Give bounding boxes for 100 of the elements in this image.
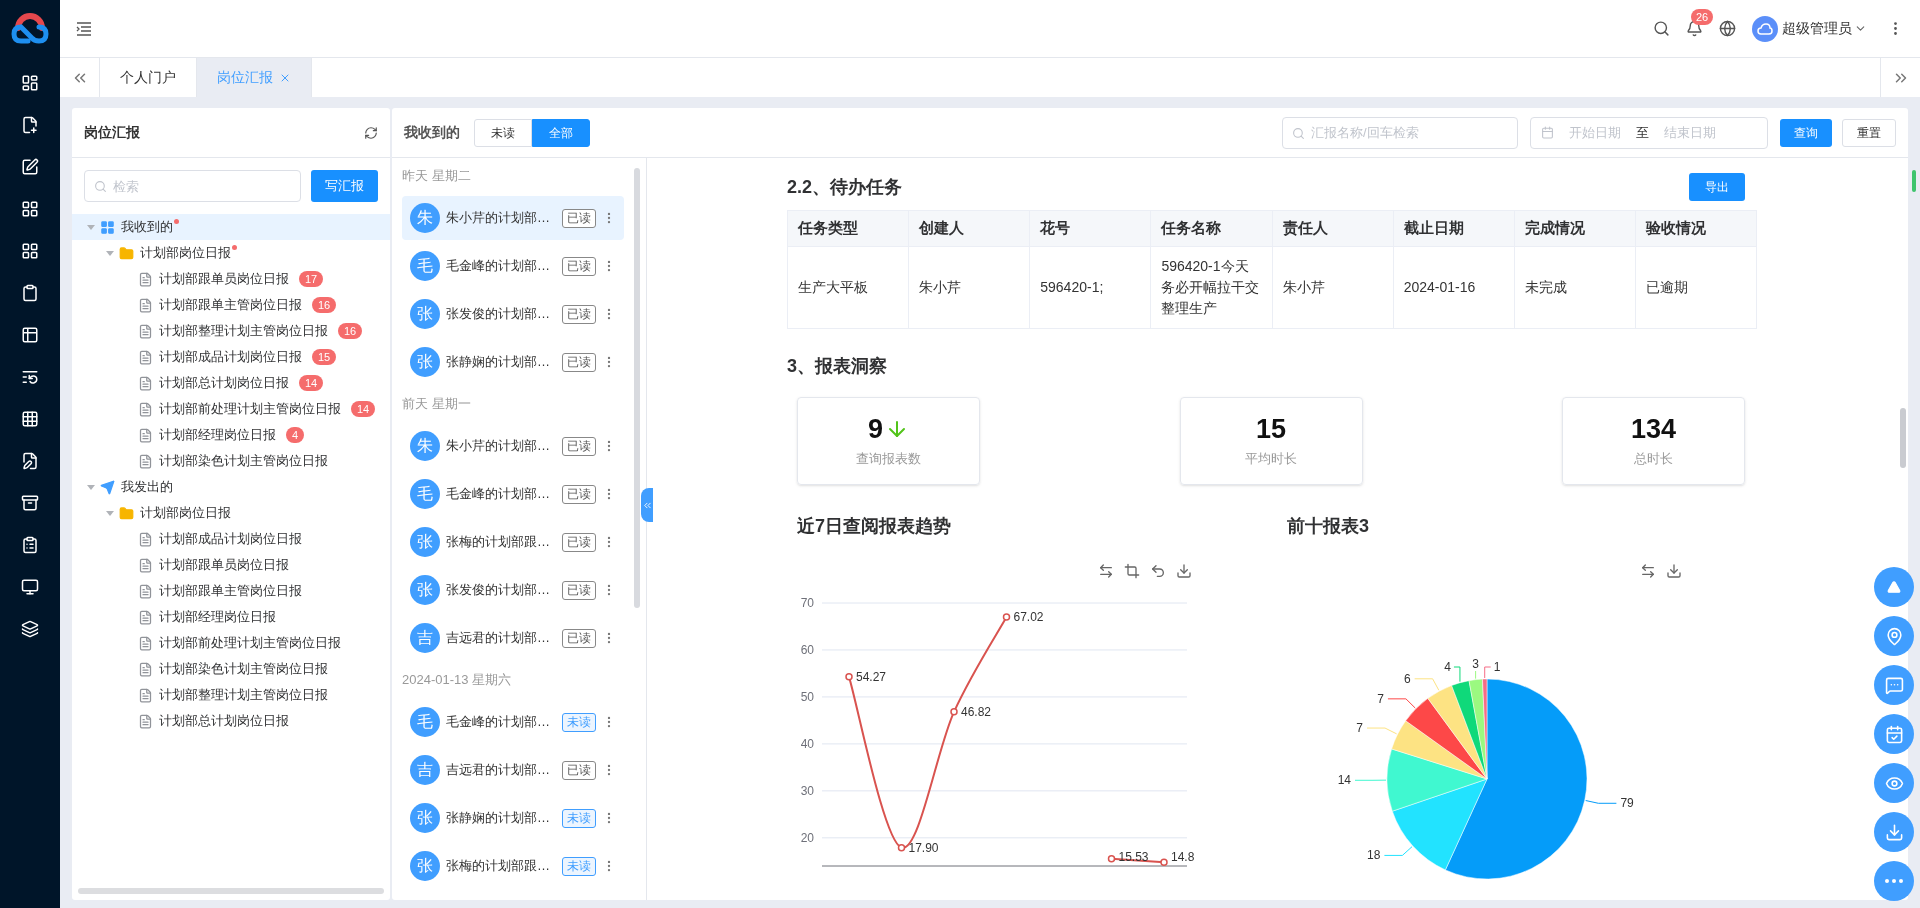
message-item[interactable]: 吉 吉远君的计划部… 已读	[402, 616, 624, 660]
undo-icon[interactable]	[1150, 563, 1166, 579]
axis-tick-label: 60	[800, 642, 814, 657]
table-cell: 596420-1今天务必开幅拉干交整理生产	[1150, 246, 1272, 329]
bell-icon[interactable]	[1686, 20, 1703, 37]
tree-item[interactable]: 计划部前处理计划主管岗位日报 14	[72, 396, 390, 422]
clipboard-icon[interactable]	[21, 284, 39, 302]
avatar: 毛	[410, 479, 440, 509]
message-item[interactable]: 朱 朱小芹的计划部… 已读	[402, 196, 624, 240]
tree-item[interactable]: 我收到的	[72, 214, 390, 240]
swap-icon[interactable]	[1640, 563, 1656, 579]
tree-item[interactable]: 计划部染色计划主管岗位日报	[72, 656, 390, 682]
file-plus-icon[interactable]	[21, 116, 39, 134]
table-icon[interactable]	[21, 326, 39, 344]
tree-item[interactable]: 计划部岗位日报	[72, 240, 390, 266]
scrollbar[interactable]	[634, 168, 640, 608]
message-item[interactable]: 毛 毛金峰的计划部… 已读	[402, 244, 624, 288]
collapse-handle[interactable]	[641, 488, 653, 522]
tree-item[interactable]: 计划部染色计划主管岗位日报	[72, 448, 390, 474]
avatar-icon	[1752, 15, 1778, 42]
tree-item[interactable]: 计划部总计划岗位日报	[72, 708, 390, 734]
tree-item[interactable]: 计划部跟单主管岗位日报 16	[72, 292, 390, 318]
tree-item[interactable]: 计划部总计划岗位日报 14	[72, 370, 390, 396]
tree-item[interactable]: 计划部前处理计划主管岗位日报	[72, 630, 390, 656]
message-item[interactable]: 张 张梅的计划部跟… 已读	[402, 520, 624, 564]
message-item[interactable]: 张 张发俊的计划部… 已读	[402, 292, 624, 336]
avatar: 张	[410, 803, 440, 833]
tree-item[interactable]: 计划部经理岗位日报	[72, 604, 390, 630]
refresh-icon[interactable]	[364, 125, 378, 140]
swap-icon[interactable]	[1098, 563, 1114, 579]
download-icon[interactable]	[1176, 563, 1192, 579]
download-icon[interactable]	[1666, 563, 1682, 579]
message-item[interactable]: 毛 毛金峰的计划部… 已读	[402, 472, 624, 516]
read-status-tag: 已读	[562, 304, 596, 324]
read-status-tag: 未读	[562, 856, 596, 876]
tree-item[interactable]: 计划部跟单主管岗位日报	[72, 578, 390, 604]
leader-line	[1453, 666, 1461, 683]
monitor-icon[interactable]	[21, 578, 39, 596]
data-label: 7	[1377, 691, 1384, 706]
layers-icon[interactable]	[21, 620, 39, 638]
axis-tick-label: 50	[800, 689, 814, 704]
map-pin-icon	[1884, 626, 1904, 646]
table-cell: 生产大平板	[787, 246, 909, 329]
end-date-input[interactable]: 结束日期	[1655, 122, 1725, 143]
grid-icon[interactable]	[21, 200, 39, 218]
start-date-input[interactable]: 开始日期	[1560, 122, 1630, 143]
message-item[interactable]: 张 张静娴的计划部… 未读	[402, 796, 624, 840]
tree-item[interactable]: 计划部跟单员岗位日报	[72, 552, 390, 578]
data-label: 14.8	[1171, 850, 1195, 864]
scrollbar[interactable]	[1900, 408, 1906, 468]
message-item[interactable]: 张 张梅的计划部跟… 未读	[402, 844, 624, 888]
message-item[interactable]: 朱 朱小芹的计划部… 已读	[402, 424, 624, 468]
stat-value: 15	[1255, 413, 1286, 446]
message-item[interactable]: 张 张发俊的计划部… 已读	[402, 568, 624, 612]
edit-icon[interactable]	[21, 452, 39, 470]
archive-icon[interactable]	[21, 494, 39, 512]
axis-tick-label: 70	[800, 596, 814, 610]
tree-label: 计划部跟单员岗位日报	[159, 556, 289, 575]
tree-item[interactable]: 计划部整理计划主管岗位日报	[72, 682, 390, 708]
reset-button[interactable]: 重置	[1842, 118, 1896, 147]
date-range-field[interactable]: 开始日期 至 结束日期	[1530, 116, 1768, 149]
avatar: 朱	[410, 431, 440, 461]
avatar: 毛	[410, 251, 440, 281]
clipboard-icon[interactable]	[21, 536, 39, 554]
tree-label: 计划部岗位日报	[140, 244, 231, 263]
list-icon[interactable]	[21, 368, 39, 386]
dashboard-icon[interactable]	[21, 74, 39, 92]
tree-item[interactable]: 计划部成品计划岗位日报	[72, 526, 390, 552]
crop-icon[interactable]	[1124, 563, 1140, 579]
menu-icon[interactable]	[76, 21, 92, 36]
tree-item[interactable]: 我发出的	[72, 474, 390, 500]
search-icon[interactable]	[1653, 20, 1670, 37]
scroll-indicator	[1912, 170, 1916, 192]
data-label: 18	[1367, 848, 1381, 863]
tree-label: 计划部经理岗位日报	[159, 608, 276, 627]
table-cell: 2024-01-16	[1393, 246, 1515, 329]
grid-icon[interactable]	[21, 410, 39, 428]
document-icon	[138, 349, 153, 365]
user-menu[interactable]: 超级管理员	[1752, 15, 1867, 42]
globe-icon[interactable]	[1719, 20, 1736, 37]
document-icon	[138, 661, 153, 677]
axis-tick-label: 40	[800, 736, 814, 751]
message-item[interactable]: 张 张静娴的计划部… 已读	[402, 340, 624, 384]
search-icon	[1292, 126, 1305, 140]
message-item[interactable]: 毛 毛金峰的计划部… 未读	[402, 700, 624, 744]
tree-item[interactable]: 计划部整理计划主管岗位日报 16	[72, 318, 390, 344]
pencil-icon[interactable]	[21, 158, 39, 176]
stat-value: 134	[1630, 413, 1677, 446]
tree-item[interactable]: 计划部经理岗位日报 4	[72, 422, 390, 448]
tree-item[interactable]: 计划部跟单员岗位日报 17	[72, 266, 390, 292]
filter-tab[interactable]: 未读	[474, 118, 532, 147]
read-status-tag: 已读	[562, 484, 596, 504]
tree-item[interactable]: 计划部岗位日报	[72, 500, 390, 526]
message-item[interactable]: 吉 吉远君的计划部… 已读	[402, 748, 624, 792]
message-title: 张发俊的计划部…	[446, 581, 550, 600]
search-field[interactable]: 检索	[84, 170, 301, 202]
scrollbar[interactable]	[78, 888, 384, 894]
tree-item[interactable]: 计划部成品计划岗位日报 15	[72, 344, 390, 370]
grid-icon[interactable]	[21, 242, 39, 260]
search-field[interactable]: 汇报名称/回车检索	[1282, 116, 1518, 149]
